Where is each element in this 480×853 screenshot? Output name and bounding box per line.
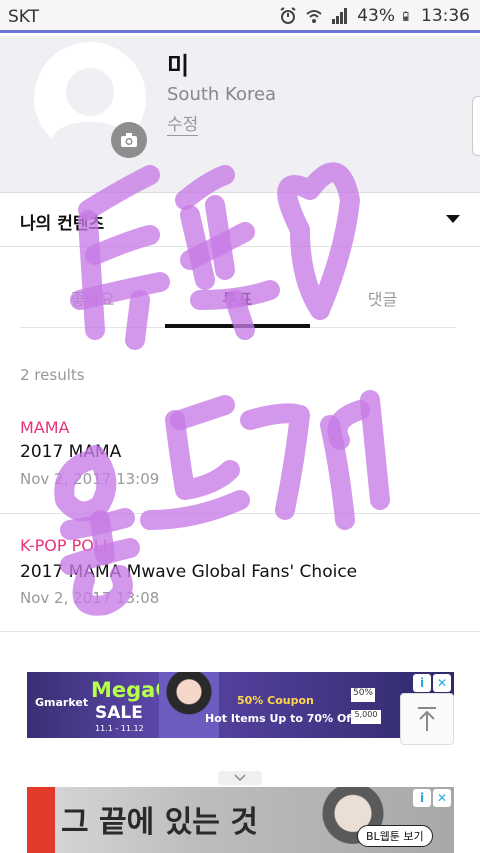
ad-offer-1: 50% Coupon	[237, 694, 314, 707]
my-contents-dropdown[interactable]: 나의 컨텐츠	[0, 193, 480, 247]
ad-webtoon-title: 그 끝에 있는 것	[61, 805, 258, 840]
status-right: 43% 13:36	[279, 6, 470, 26]
ad-info-icon[interactable]: i	[413, 674, 431, 692]
item-date: Nov 2, 2017 13:08	[20, 589, 160, 607]
side-drawer-handle[interactable]	[472, 96, 480, 156]
tab-votes[interactable]: 투표	[165, 286, 310, 310]
item-title: 2017 MAMA Mwave Global Fans' Choice	[20, 562, 358, 582]
ad-chip-2: 5,000	[351, 710, 381, 724]
signal-icon	[332, 8, 348, 24]
item-category: MAMA	[20, 418, 70, 437]
scroll-to-top-button[interactable]	[400, 693, 454, 745]
carrier-label: SKT	[8, 7, 40, 27]
arrow-up-icon	[418, 707, 436, 731]
ad-logo-strip	[27, 787, 55, 853]
status-bar: SKT 43% 13:36	[0, 0, 480, 33]
wifi-icon	[306, 10, 322, 23]
item-category: K-POP POLL	[20, 536, 112, 555]
profile-name: 미	[167, 52, 190, 80]
item-title: 2017 MAMA	[20, 442, 122, 462]
ad-info-icon[interactable]: i	[413, 789, 431, 807]
tab-comments[interactable]: 댓글	[310, 286, 455, 310]
chevron-down-icon	[234, 774, 246, 782]
content-tabs: 좋아요 투표 댓글	[20, 268, 456, 328]
clock: 13:36	[421, 6, 470, 26]
tab-likes[interactable]: 좋아요	[20, 286, 165, 310]
list-item[interactable]: K-POP POLL 2017 MAMA Mwave Global Fans' …	[0, 514, 480, 632]
banner-ad-webtoon[interactable]: 그 끝에 있는 것 BL웹툰 보기 i ✕	[27, 787, 454, 853]
edit-profile-link[interactable]: 수정	[167, 115, 199, 136]
banner-ad-gmarket[interactable]: Gmarket MegaG SALE 11.1 - 11.12 50% Coup…	[27, 672, 454, 738]
change-photo-button[interactable]	[111, 122, 147, 158]
ad-brand: Gmarket	[35, 696, 89, 709]
ad-model-image	[159, 672, 219, 738]
ad-sub: SALE	[95, 703, 143, 723]
ad-close-icon[interactable]: ✕	[433, 674, 451, 692]
alarm-icon	[280, 7, 296, 24]
profile-country: South Korea	[167, 84, 277, 105]
ad-collapse-toggle[interactable]	[218, 771, 262, 785]
list-item[interactable]: MAMA 2017 MAMA Nov 2, 2017 13:09	[0, 400, 480, 514]
profile-header: 미 South Korea 수정	[0, 36, 480, 193]
ad-cta-button[interactable]: BL웹툰 보기	[357, 825, 433, 847]
ad-dates: 11.1 - 11.12	[95, 724, 144, 733]
ad-chip-1: 50%	[351, 688, 375, 702]
battery-percent: 43%	[357, 6, 395, 26]
active-tab-indicator	[165, 324, 310, 328]
camera-icon	[121, 133, 137, 147]
battery-icon	[403, 11, 409, 21]
ad-close-icon[interactable]: ✕	[433, 789, 451, 807]
my-contents-label: 나의 컨텐츠	[20, 214, 105, 234]
results-count: 2 results	[20, 366, 85, 384]
ad-offer-2: Hot Items Up to 70% Off!	[205, 712, 361, 725]
caret-down-icon	[446, 215, 460, 223]
item-date: Nov 2, 2017 13:09	[20, 470, 160, 488]
